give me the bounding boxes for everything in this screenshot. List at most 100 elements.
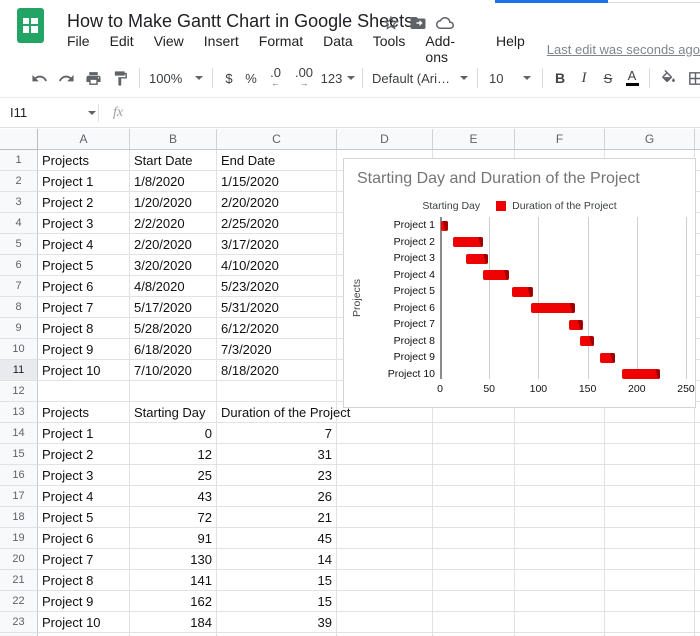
cell[interactable]: 7 [217,423,337,444]
cell[interactable] [433,486,515,507]
column-header-D[interactable]: D [337,129,433,150]
redo-button[interactable] [53,65,80,91]
cell[interactable] [337,549,433,570]
cell[interactable] [433,549,515,570]
name-box[interactable]: I11 [0,105,96,120]
strikethrough-button[interactable]: S [596,65,620,91]
cell[interactable] [515,486,605,507]
cell[interactable] [605,507,695,528]
cell[interactable]: Start Date [130,150,217,171]
cell[interactable] [605,570,695,591]
gantt-bar-project-7[interactable] [568,319,583,330]
cell[interactable] [130,381,217,402]
cell[interactable] [337,528,433,549]
formula-input[interactable] [123,98,700,127]
column-header-F[interactable]: F [515,129,605,150]
cell[interactable] [605,423,695,444]
cell[interactable]: Project 1 [38,171,130,192]
increase-decimal-button[interactable]: .00 → [289,65,319,91]
bold-button[interactable]: B [548,65,572,91]
cell[interactable]: Project 3 [38,465,130,486]
cell[interactable] [515,612,605,633]
cell[interactable] [337,507,433,528]
cell[interactable]: 162 [130,591,217,612]
row-header-14[interactable]: 14 [0,423,38,444]
cell[interactable] [337,612,433,633]
cell[interactable]: Project 5 [38,255,130,276]
row-header-1[interactable]: 1 [0,150,38,171]
cell[interactable]: 5/23/2020 [217,276,337,297]
row-header-2[interactable]: 2 [0,171,38,192]
gantt-bar-project-1[interactable] [441,220,448,231]
cell[interactable] [605,549,695,570]
sheets-logo-icon[interactable] [17,8,44,43]
zoom-select[interactable]: 100% [145,65,207,91]
row-header-21[interactable]: 21 [0,570,38,591]
column-header-B[interactable]: B [130,129,217,150]
row-header-8[interactable]: 8 [0,297,38,318]
cell[interactable] [605,528,695,549]
gantt-bar-project-4[interactable] [483,270,509,281]
gantt-chart[interactable]: Starting Day and Duration of the Project… [343,158,696,408]
cell[interactable] [515,507,605,528]
gantt-bar-project-2[interactable] [452,237,484,248]
cell[interactable] [605,465,695,486]
cell[interactable]: 45 [217,528,337,549]
cell[interactable]: Projects [38,150,130,171]
cell[interactable]: 8/18/2020 [217,360,337,381]
text-color-button[interactable]: A [620,65,644,91]
cell[interactable]: Project 5 [38,507,130,528]
font-size-select[interactable]: 10 [483,65,537,91]
cell[interactable] [515,423,605,444]
row-header-4[interactable]: 4 [0,213,38,234]
gantt-bar-project-6[interactable] [530,303,575,314]
cell[interactable]: 23 [217,465,337,486]
row-header-20[interactable]: 20 [0,549,38,570]
cell[interactable] [38,381,130,402]
cell[interactable]: Project 8 [38,318,130,339]
cell[interactable] [433,591,515,612]
more-formats-button[interactable]: 123 [319,65,357,91]
cell[interactable]: 1/15/2020 [217,171,337,192]
cell[interactable]: Project 9 [38,339,130,360]
cell[interactable]: 6/12/2020 [217,318,337,339]
cell[interactable] [433,423,515,444]
gantt-bar-project-10[interactable] [622,369,661,380]
row-header-15[interactable]: 15 [0,444,38,465]
row-header-23[interactable]: 23 [0,612,38,633]
row-header-7[interactable]: 7 [0,276,38,297]
cell[interactable] [337,486,433,507]
cell[interactable]: 25 [130,465,217,486]
borders-button[interactable] [682,65,700,91]
italic-button[interactable]: I [572,65,596,91]
cell[interactable]: 21 [217,507,337,528]
cell[interactable]: 3/17/2020 [217,234,337,255]
cell[interactable]: 12 [130,444,217,465]
cell[interactable]: Projects [38,402,130,423]
column-header-E[interactable]: E [433,129,515,150]
column-header-C[interactable]: C [217,129,337,150]
row-header-10[interactable]: 10 [0,339,38,360]
select-all-corner[interactable] [0,129,38,150]
cell[interactable]: Project 3 [38,213,130,234]
cell[interactable]: Project 7 [38,297,130,318]
cell[interactable]: 2/20/2020 [130,234,217,255]
cell[interactable]: 2/25/2020 [217,213,337,234]
row-header-13[interactable]: 13 [0,402,38,423]
cell[interactable] [605,612,695,633]
cell[interactable] [605,486,695,507]
cell[interactable]: Project 9 [38,591,130,612]
star-icon[interactable] [382,14,400,32]
print-button[interactable] [80,65,107,91]
gantt-bar-project-3[interactable] [465,253,489,264]
row-header-11[interactable]: 11 [0,360,38,381]
cell[interactable] [433,528,515,549]
cell[interactable] [433,570,515,591]
cell[interactable]: 2/2/2020 [130,213,217,234]
cell[interactable]: Project 1 [38,423,130,444]
format-percent-button[interactable]: % [240,65,262,91]
cell[interactable]: 130 [130,549,217,570]
cell[interactable]: Project 6 [38,528,130,549]
cell[interactable]: 7/3/2020 [217,339,337,360]
cell[interactable]: Project 10 [38,612,130,633]
